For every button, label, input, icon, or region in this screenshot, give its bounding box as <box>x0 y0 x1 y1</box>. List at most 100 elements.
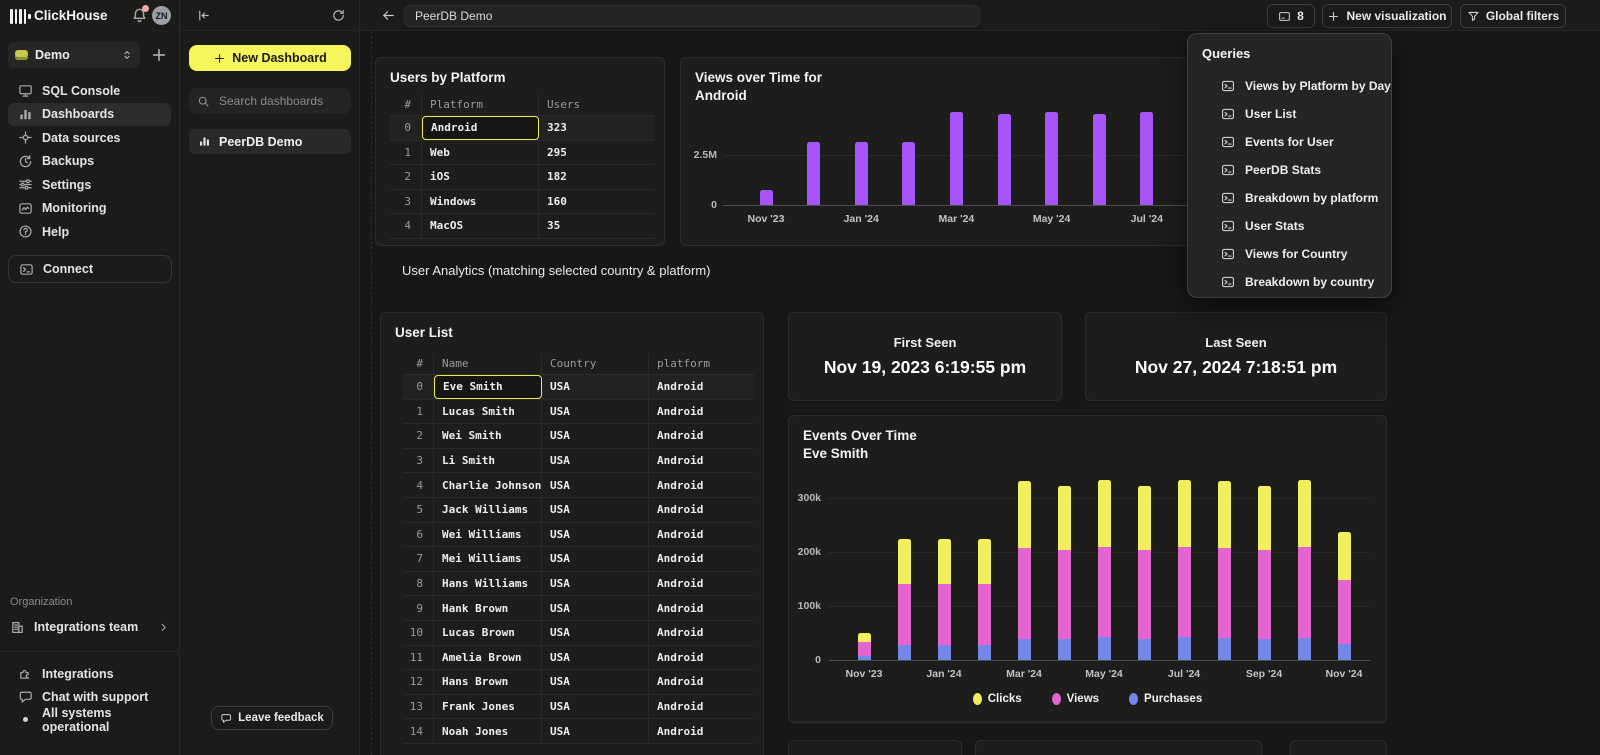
sidebar: ClickHouse ZN Demo SQL ConsoleDashboards… <box>0 0 180 755</box>
sidebar-item-settings[interactable]: Settings <box>8 173 171 197</box>
table-cell: Android <box>649 424 754 448</box>
table-cell: Android <box>649 695 754 719</box>
service-icon <box>15 50 28 60</box>
legend-item-purchases[interactable]: Purchases <box>1129 693 1202 705</box>
table-row[interactable]: 12Hans BrownUSAAndroid <box>403 670 754 695</box>
segment-purchases <box>938 645 951 660</box>
service-selector[interactable]: Demo <box>8 42 140 68</box>
dashboard-list-item[interactable]: PeerDB Demo <box>189 129 351 154</box>
first-seen-value: Nov 19, 2023 6:19:55 pm <box>789 357 1061 378</box>
segment-purchases <box>1178 637 1191 660</box>
new-dashboard-button[interactable]: New Dashboard <box>189 45 351 71</box>
refresh-icon[interactable] <box>331 8 346 23</box>
table-row[interactable]: 0Eve SmithUSAAndroid <box>403 375 754 400</box>
global-filters-button[interactable]: Global filters <box>1460 4 1566 28</box>
table-row[interactable]: 4MacOS35 <box>389 214 654 239</box>
query-item-peerdb-stats[interactable]: PeerDB Stats <box>1188 156 1391 184</box>
column-header-country: Country <box>542 353 649 374</box>
table-row[interactable]: 8Hans WilliamsUSAAndroid <box>403 572 754 597</box>
table-row[interactable]: 6Wei WilliamsUSAAndroid <box>403 523 754 548</box>
terminal-icon <box>1221 247 1235 261</box>
sidebar-footer: Integrations Chat with supportAll systems… <box>8 662 171 732</box>
table-cell: Wei Williams <box>434 523 542 547</box>
column-header-platform: Platform <box>422 94 539 115</box>
table-row[interactable]: 3Windows160 <box>389 190 654 215</box>
segment-views <box>938 584 951 645</box>
global-filters-label: Global filters <box>1486 9 1559 23</box>
dashboard-icon <box>198 135 211 148</box>
leave-feedback-button[interactable]: Leave feedback <box>211 706 333 730</box>
new-visualization-button[interactable]: New visualization <box>1322 4 1452 28</box>
table-cell: Android <box>649 572 754 596</box>
add-service-button[interactable] <box>150 46 168 64</box>
table-cell: Android <box>649 400 754 424</box>
table-row[interactable]: 7Mei WilliamsUSAAndroid <box>403 547 754 572</box>
sidebar-item-all-systems-operational[interactable]: All systems operational <box>8 708 171 731</box>
connect-button[interactable]: Connect <box>8 255 172 283</box>
table-cell: Android <box>649 646 754 670</box>
status-dot-icon <box>23 717 28 722</box>
search-dashboards-input[interactable] <box>217 93 343 109</box>
segment-clicks <box>1098 480 1111 547</box>
sidebar-item-label: Integrations <box>42 667 114 681</box>
query-item-user-stats[interactable]: User Stats <box>1188 212 1391 240</box>
table-row[interactable]: 11Amelia BrownUSAAndroid <box>403 646 754 671</box>
table-cell: Android <box>649 596 754 620</box>
table-cell: Android <box>649 719 754 743</box>
sidebar-item-chat-with-support[interactable]: Chat with support <box>8 685 171 708</box>
table-row[interactable]: 2Wei SmithUSAAndroid <box>403 424 754 449</box>
y-tick-200k: 200k <box>789 546 821 558</box>
user-avatar[interactable]: ZN <box>152 6 171 25</box>
table-row[interactable]: 10Lucas BrownUSAAndroid <box>403 621 754 646</box>
plus-icon <box>1327 10 1340 23</box>
table-row[interactable]: 9Hank BrownUSAAndroid <box>403 596 754 621</box>
sidebar-item-backups[interactable]: Backups <box>8 150 171 174</box>
events-chart: 0100k200k300kNov '23Jan '24Mar '24May '2… <box>789 416 1386 722</box>
query-item-views-by-platform-by-day[interactable]: Views by Platform by Day <box>1188 72 1391 100</box>
table-row[interactable]: 1Lucas SmithUSAAndroid <box>403 400 754 425</box>
table-cell: Mei Williams <box>434 547 542 571</box>
sidebar-item-sql-console[interactable]: SQL Console <box>8 79 171 103</box>
stacked-bar-feb-24 <box>978 539 991 661</box>
query-item-breakdown-by-platform[interactable]: Breakdown by platform <box>1188 184 1391 212</box>
back-button[interactable] <box>381 8 396 23</box>
query-item-breakdown-by-country[interactable]: Breakdown by country <box>1188 268 1391 296</box>
plus-icon <box>213 52 226 65</box>
query-item-label: PeerDB Stats <box>1245 163 1321 177</box>
dashboard-title-input[interactable] <box>404 5 980 27</box>
connect-icon <box>19 262 34 277</box>
legend-label: Views <box>1067 693 1099 705</box>
legend-label: Clicks <box>988 693 1022 705</box>
table-row[interactable]: 4Charlie JohnsonUSAAndroid <box>403 473 754 498</box>
visualization-count-button[interactable]: 8 <box>1267 4 1315 28</box>
query-item-user-list[interactable]: User List <box>1188 100 1391 128</box>
query-item-views-for-country[interactable]: Views for Country <box>1188 240 1391 268</box>
table-row[interactable]: 14Noah JonesUSAAndroid <box>403 719 754 744</box>
notifications-bell-icon[interactable] <box>131 7 148 24</box>
legend-item-clicks[interactable]: Clicks <box>973 693 1022 705</box>
organization-team-selector[interactable]: Integrations team <box>8 615 171 639</box>
table-cell: USA <box>542 596 649 620</box>
table-row[interactable]: 2iOS182 <box>389 165 654 190</box>
sidebar-item-monitoring[interactable]: Monitoring <box>8 197 171 221</box>
sidebar-item-data-sources[interactable]: Data sources <box>8 126 171 150</box>
table-row[interactable]: 5Jack WilliamsUSAAndroid <box>403 498 754 523</box>
x-tick-nov-24: Nov '24 <box>1312 668 1376 680</box>
table-cell: USA <box>542 719 649 743</box>
legend-item-views[interactable]: Views <box>1052 693 1099 705</box>
table-row[interactable]: 1Web295 <box>389 141 654 166</box>
sidebar-item-dashboards[interactable]: Dashboards <box>8 103 171 127</box>
table-row[interactable]: 13Frank JonesUSAAndroid <box>403 695 754 720</box>
segment-clicks <box>1338 532 1351 580</box>
segment-views <box>898 584 911 644</box>
table-cell: Web <box>422 141 539 165</box>
segment-purchases <box>898 645 911 660</box>
collapse-panel-icon[interactable] <box>196 8 211 23</box>
table-header-row: #PlatformUsers <box>389 94 654 116</box>
sidebar-item-help[interactable]: Help <box>8 220 171 244</box>
table-row[interactable]: 0Android323 <box>389 116 654 141</box>
query-item-events-for-user[interactable]: Events for User <box>1188 128 1391 156</box>
table-cell: 35 <box>539 214 654 238</box>
sidebar-item-integrations[interactable]: Integrations <box>8 662 171 685</box>
table-row[interactable]: 3Li SmithUSAAndroid <box>403 449 754 474</box>
